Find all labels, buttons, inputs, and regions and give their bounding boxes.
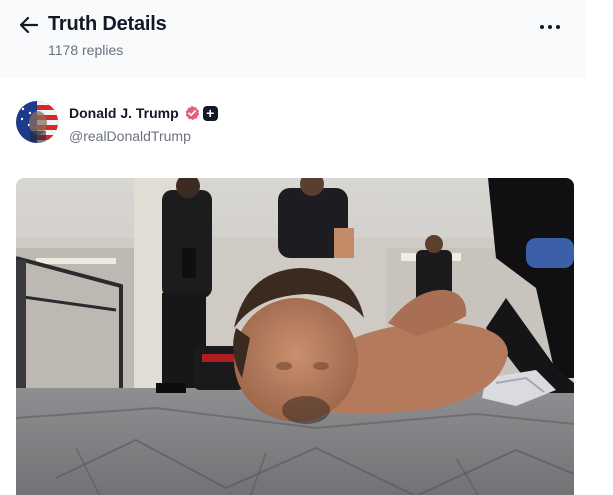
page-title: Truth Details [48,13,167,35]
more-horizontal-icon [540,25,544,29]
back-button[interactable] [18,14,40,36]
arrow-left-icon [19,16,39,34]
author-handle[interactable]: @realDonaldTrump [69,128,191,144]
plus-icon: + [202,105,218,121]
author-display-name[interactable]: Donald J. Trump [69,105,179,121]
post-media-photo[interactable] [16,178,574,495]
author-name-row: Donald J. Trump + [69,105,218,121]
more-dot [548,25,552,29]
more-options-button[interactable] [538,16,562,38]
avatar[interactable] [16,101,58,143]
reply-count: 1178 replies [48,42,124,58]
page-header: Truth Details 1178 replies [0,0,586,78]
more-dot [556,25,560,29]
arrest-photo-image [16,178,574,495]
verified-check-icon [185,105,199,121]
flag-portrait-image [16,101,58,143]
